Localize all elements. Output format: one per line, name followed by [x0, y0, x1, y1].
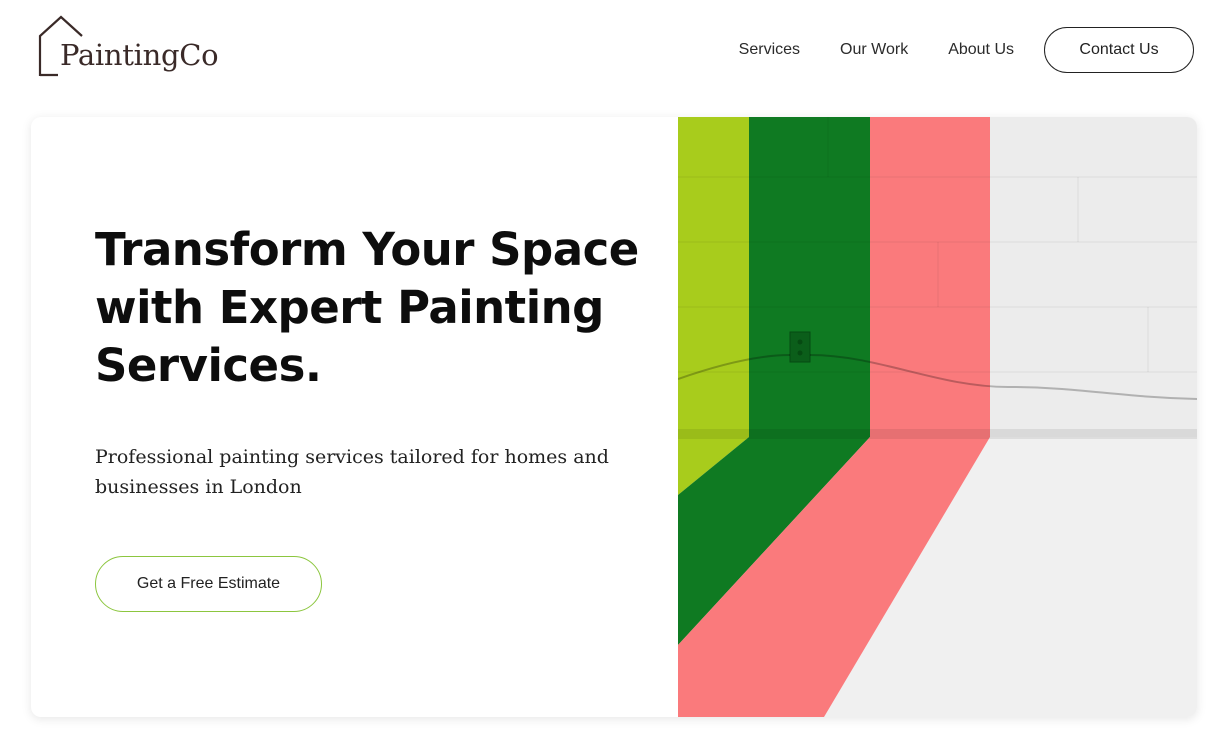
- free-estimate-button[interactable]: Get a Free Estimate: [95, 556, 322, 612]
- brand-logo[interactable]: PaintingCo: [38, 14, 228, 80]
- hero-card: Transform Your Space with Expert Paintin…: [31, 117, 1197, 717]
- hero-subtitle: Professional painting services tailored …: [95, 446, 609, 498]
- hero-image: [677, 117, 1197, 717]
- contact-us-button[interactable]: Contact Us: [1044, 27, 1194, 73]
- main-nav: Services Our Work About Us Contact Us: [739, 27, 1194, 73]
- site-header: PaintingCo Services Our Work About Us Co…: [0, 0, 1223, 105]
- nav-link-our-work[interactable]: Our Work: [840, 41, 908, 59]
- hero-title: Transform Your Space with Expert Paintin…: [95, 223, 639, 392]
- nav-link-about-us[interactable]: About Us: [948, 41, 1014, 59]
- painted-wall-illustration: [677, 117, 1197, 717]
- brand-name: PaintingCo: [60, 38, 219, 72]
- hero-content: Transform Your Space with Expert Paintin…: [31, 117, 678, 717]
- nav-link-services[interactable]: Services: [739, 41, 800, 59]
